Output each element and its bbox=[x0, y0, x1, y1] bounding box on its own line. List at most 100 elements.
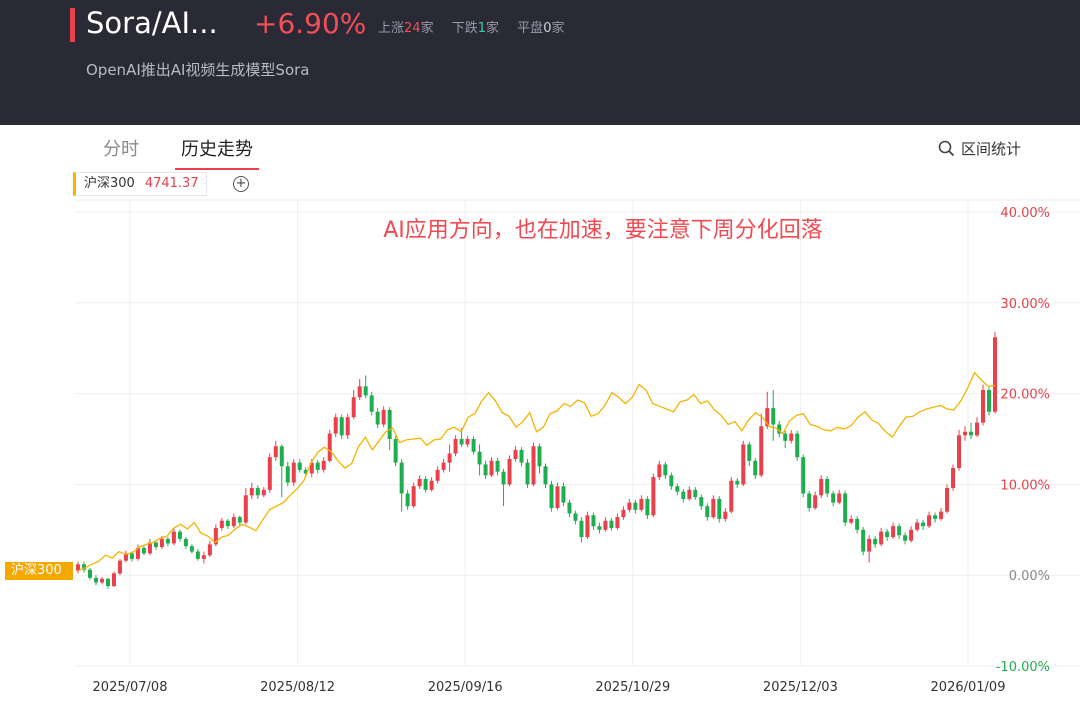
candle-body bbox=[453, 439, 458, 454]
candle-body bbox=[111, 573, 116, 587]
series-end-tag: 沪深300 bbox=[5, 562, 73, 580]
candle-body bbox=[105, 578, 110, 587]
x-tick-label: 2026/01/09 bbox=[931, 680, 1006, 695]
candle-body bbox=[591, 515, 596, 527]
candle-body bbox=[783, 433, 788, 441]
candle-body bbox=[657, 464, 662, 478]
candle-body bbox=[951, 468, 956, 489]
candle-body bbox=[255, 488, 260, 496]
chart-annotation: AI应用方向，也在加速，要注意下周分化回落 bbox=[383, 218, 823, 243]
candle-body bbox=[969, 431, 974, 436]
candle-body bbox=[465, 439, 470, 445]
candle-body bbox=[555, 486, 560, 509]
candle-body bbox=[927, 515, 932, 527]
candle-body bbox=[903, 535, 908, 541]
candle-body bbox=[573, 513, 578, 521]
x-tick-label: 2025/12/03 bbox=[763, 680, 838, 695]
candle-body bbox=[459, 439, 464, 445]
candle-body bbox=[651, 477, 656, 516]
candle-body bbox=[795, 433, 800, 458]
candle-body bbox=[381, 409, 386, 425]
candle-body bbox=[717, 498, 722, 519]
candle-body bbox=[399, 462, 404, 494]
candle-body bbox=[297, 462, 302, 470]
candle-body bbox=[993, 337, 997, 412]
candle-body bbox=[933, 515, 938, 519]
candle-body bbox=[165, 538, 170, 544]
candle-body bbox=[153, 542, 158, 548]
candle-body bbox=[771, 408, 776, 425]
candle-body bbox=[249, 488, 254, 496]
candle-body bbox=[705, 506, 710, 518]
candle-body bbox=[525, 462, 530, 485]
candle-body bbox=[711, 498, 716, 518]
candle-body bbox=[807, 493, 812, 509]
candle-body bbox=[921, 522, 926, 527]
candle-body bbox=[339, 417, 344, 436]
candle-body bbox=[963, 431, 968, 436]
candle-body bbox=[801, 457, 806, 494]
candle-body bbox=[849, 518, 854, 523]
candle-body bbox=[141, 547, 146, 554]
candle-body bbox=[891, 526, 896, 538]
candle-body bbox=[885, 531, 890, 538]
candle-body bbox=[681, 491, 686, 499]
candle-body bbox=[483, 464, 488, 476]
candle-body bbox=[429, 480, 434, 490]
candle-body bbox=[519, 449, 524, 463]
candle-body bbox=[615, 517, 620, 528]
candle-body bbox=[603, 520, 608, 530]
candle-body bbox=[819, 478, 824, 496]
candle-body bbox=[669, 475, 674, 487]
candle-body bbox=[363, 386, 368, 396]
candle-body bbox=[279, 446, 284, 467]
candle-body bbox=[201, 555, 206, 559]
candle-body bbox=[177, 531, 182, 539]
candle-body bbox=[735, 480, 740, 485]
candle-body bbox=[117, 560, 122, 574]
candle-body bbox=[975, 422, 980, 436]
candle-body bbox=[243, 495, 248, 523]
candle-body bbox=[981, 389, 986, 423]
candle-body bbox=[327, 433, 332, 461]
candle-body bbox=[321, 460, 326, 470]
candle-body bbox=[189, 546, 194, 552]
candle-body bbox=[441, 462, 446, 470]
candle-body bbox=[579, 520, 584, 538]
candle-body bbox=[417, 478, 422, 487]
candle-body bbox=[915, 522, 920, 530]
candle-body bbox=[699, 497, 704, 507]
candle-body bbox=[561, 486, 566, 503]
candle-body bbox=[471, 439, 476, 452]
candle-body bbox=[549, 484, 554, 509]
candle-body bbox=[867, 538, 872, 552]
candle-body bbox=[357, 386, 362, 398]
candle-body bbox=[387, 409, 392, 439]
x-tick-label: 2025/09/16 bbox=[428, 680, 503, 695]
candle-body bbox=[945, 488, 950, 512]
x-tick-label: 2025/10/29 bbox=[595, 680, 670, 695]
candle-body bbox=[93, 577, 98, 583]
candle-body bbox=[909, 529, 914, 541]
candle-body bbox=[537, 446, 542, 467]
y-tick-label: 20.00% bbox=[1000, 388, 1050, 403]
candle-body bbox=[447, 453, 452, 463]
candle-body bbox=[375, 411, 380, 425]
candle-body bbox=[261, 489, 266, 496]
candle-body bbox=[531, 446, 536, 485]
y-tick-label: 10.00% bbox=[1000, 478, 1050, 493]
candle-body bbox=[693, 489, 698, 498]
candle-body bbox=[495, 460, 500, 472]
candle-body bbox=[789, 433, 794, 441]
x-tick-label: 2025/07/08 bbox=[93, 680, 168, 695]
candle-body bbox=[489, 460, 494, 476]
candle-body bbox=[759, 426, 764, 476]
y-tick-label: 40.00% bbox=[1000, 206, 1050, 221]
candle-body bbox=[609, 520, 614, 528]
candle-body bbox=[813, 495, 818, 509]
candle-body bbox=[747, 444, 752, 461]
candle-body bbox=[621, 509, 626, 518]
candle-body bbox=[645, 498, 650, 516]
candle-body bbox=[231, 517, 236, 527]
candle-body bbox=[477, 451, 482, 465]
